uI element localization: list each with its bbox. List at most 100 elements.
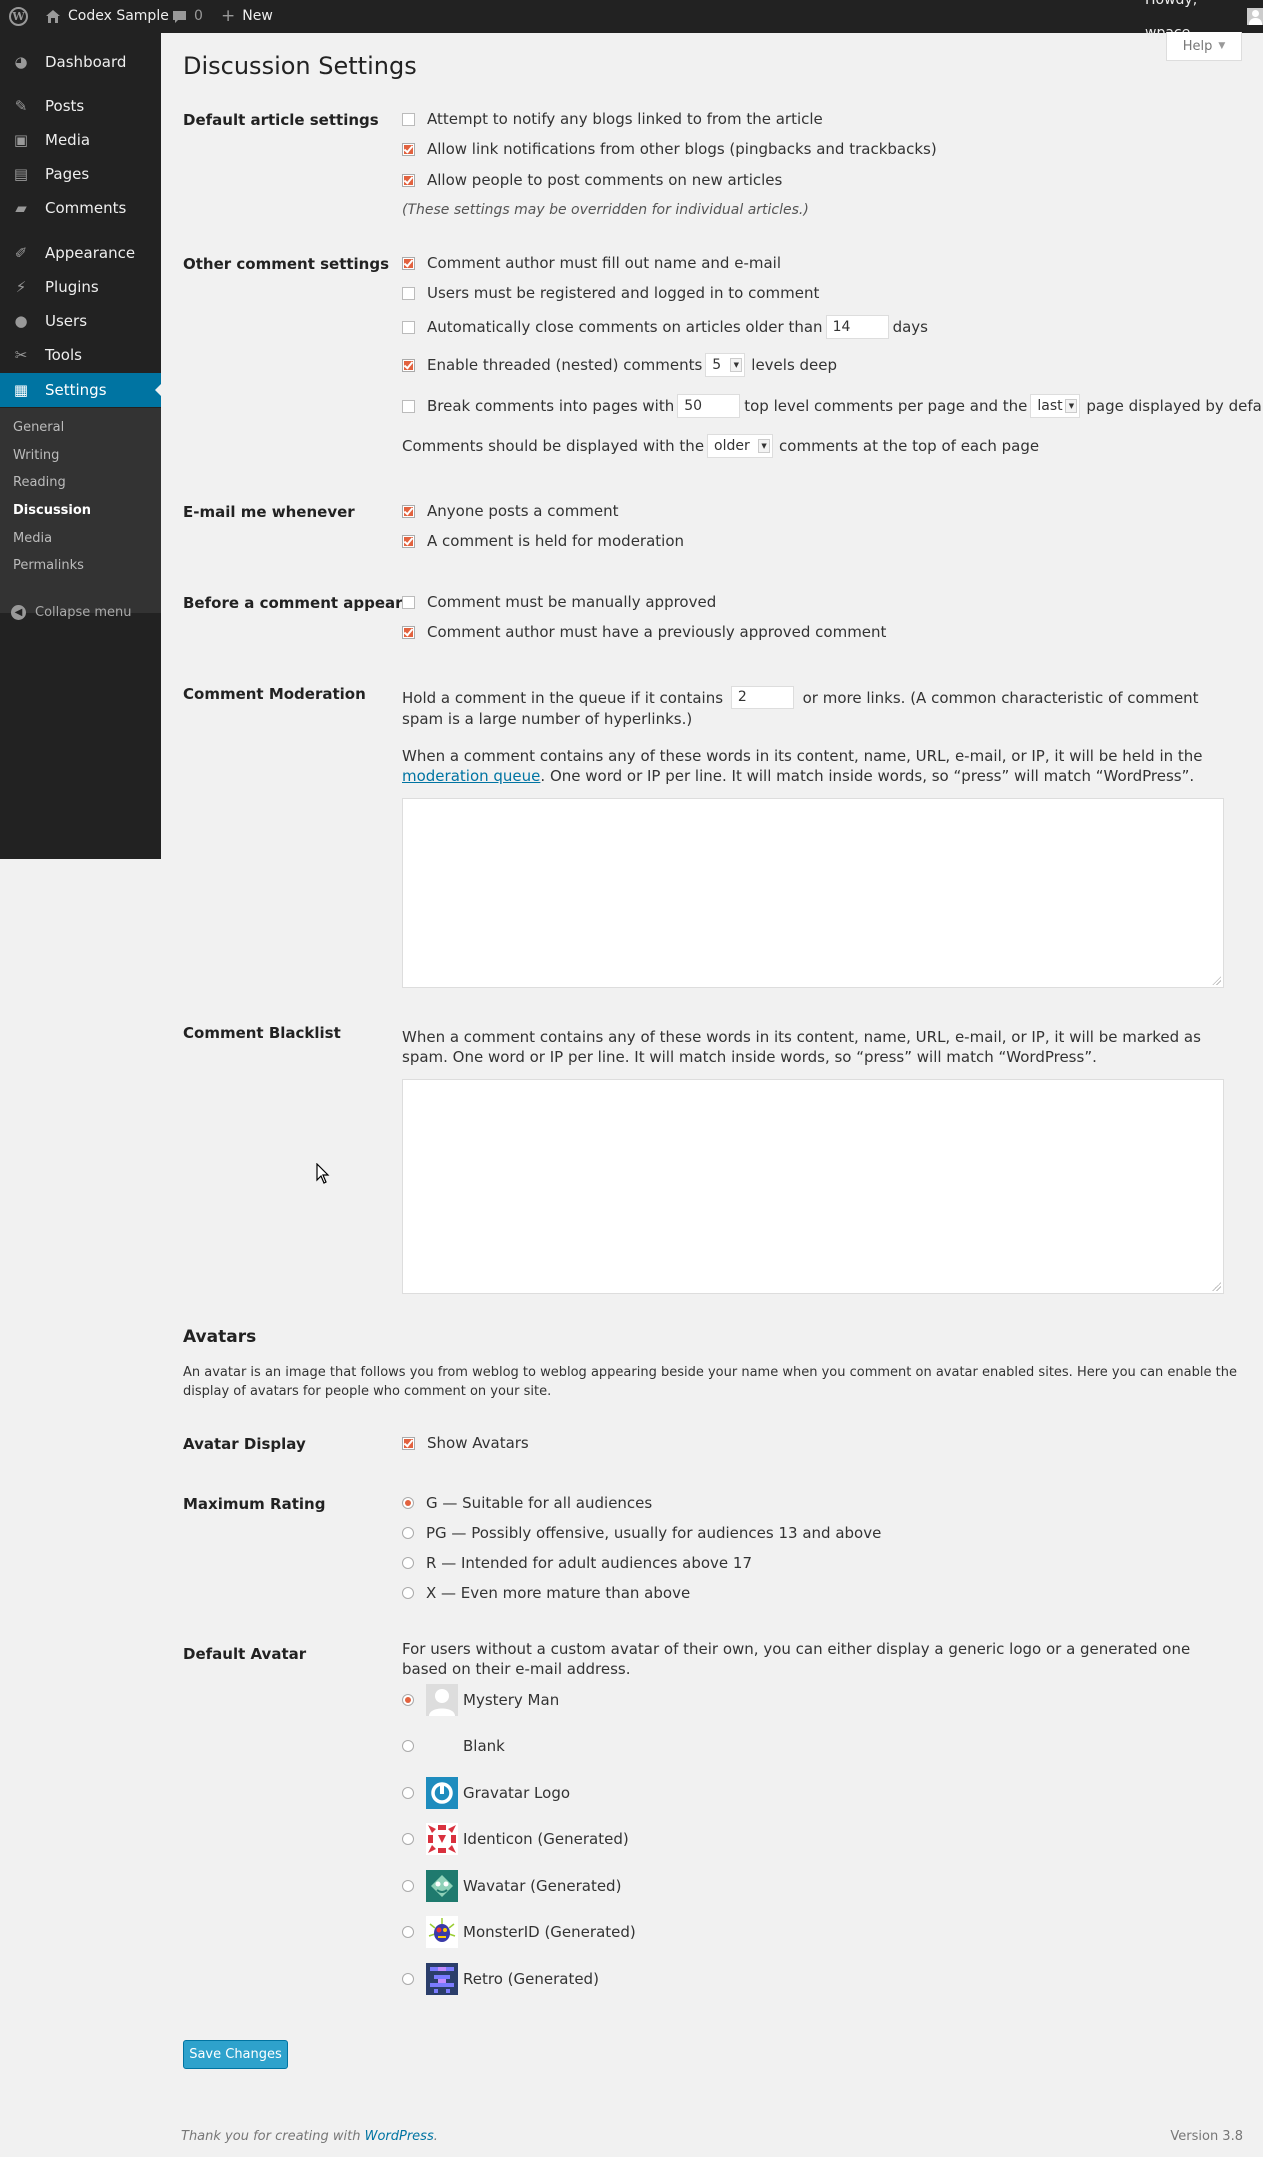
menu-pages[interactable]: ▤ Pages <box>0 157 161 191</box>
author-fill-checkbox[interactable] <box>402 256 415 270</box>
avatar-blank-option[interactable]: Blank <box>402 1730 505 1762</box>
pingbacks-option[interactable]: Allow link notifications from other blog… <box>402 140 937 158</box>
save-changes-button[interactable]: Save Changes <box>183 2040 288 2069</box>
threaded-checkbox[interactable] <box>402 358 415 372</box>
menu-media[interactable]: ▣ Media <box>0 123 161 157</box>
close-days-input[interactable]: 14 <box>825 315 889 339</box>
close-comments-checkbox[interactable] <box>402 320 415 334</box>
avatar-monsterid-radio[interactable] <box>402 1926 414 1938</box>
avatar-identicon-option[interactable]: Identicon (Generated) <box>402 1823 629 1855</box>
registered-checkbox[interactable] <box>402 286 415 300</box>
moderation-queue-link[interactable]: moderation queue <box>402 767 540 785</box>
resize-grip-icon[interactable] <box>1212 976 1221 985</box>
comments-link[interactable]: 0 <box>172 0 203 33</box>
default-page-select[interactable]: last ▼ <box>1030 394 1081 418</box>
option-label: A comment is held for moderation <box>427 532 685 550</box>
menu-plugins[interactable]: ⚡ Plugins <box>0 270 161 304</box>
rating-x-radio[interactable] <box>402 1587 414 1599</box>
manual-approve-option[interactable]: Comment must be manually approved <box>402 593 716 611</box>
admin-menu: ◕ Dashboard ✎ Posts ▣ Media ▤ Pages ▰ Comment… <box>0 33 162 859</box>
notify-blogs-checkbox[interactable] <box>402 112 415 126</box>
allow-comments-option[interactable]: Allow people to post comments on new art… <box>402 171 782 189</box>
submenu-general[interactable]: General <box>13 420 64 435</box>
allow-comments-checkbox[interactable] <box>402 173 415 187</box>
avatar-retro-option[interactable]: Retro (Generated) <box>402 1963 599 1995</box>
menu-posts[interactable]: ✎ Posts <box>0 89 161 123</box>
paginate-checkbox[interactable] <box>402 399 415 413</box>
menu-label: Settings <box>45 381 107 399</box>
rating-g-radio[interactable] <box>402 1497 414 1509</box>
rating-r-option[interactable]: R — Intended for adult audiences above 1… <box>402 1554 752 1572</box>
option-label: comments at the top of each page <box>779 437 1040 455</box>
submenu-permalinks[interactable]: Permalinks <box>13 558 84 573</box>
submenu-writing[interactable]: Writing <box>13 448 59 463</box>
blacklist-keys-textarea[interactable] <box>402 1079 1224 1294</box>
show-avatars-option[interactable]: Show Avatars <box>402 1434 529 1452</box>
avatar-gravatar-option[interactable]: Gravatar Logo <box>402 1777 570 1809</box>
triangle-down-icon: ▼ <box>1218 41 1226 51</box>
menu-settings[interactable]: ▦ Settings <box>0 373 162 407</box>
my-account-menu[interactable]: Howdy, wpace <box>1145 0 1263 41</box>
wp-logo-menu[interactable]: W <box>9 0 28 33</box>
option-label: Show Avatars <box>427 1434 529 1452</box>
author-fill-option[interactable]: Comment author must fill out name and e-… <box>402 254 781 272</box>
comment-order-select[interactable]: older ▼ <box>707 434 774 458</box>
resize-grip-icon[interactable] <box>1212 1282 1221 1291</box>
menu-label: Tools <box>45 346 82 364</box>
menu-comments[interactable]: ▰ Comments <box>0 191 161 225</box>
comments-per-page-input[interactable]: 50 <box>677 394 741 418</box>
menu-dashboard[interactable]: ◕ Dashboard <box>0 45 161 79</box>
page-icon: ▤ <box>13 165 29 183</box>
avatar-wavatar-option[interactable]: Wavatar (Generated) <box>402 1870 621 1902</box>
submenu-discussion[interactable]: Discussion <box>13 503 91 518</box>
wordpress-link[interactable]: WordPress <box>365 2129 434 2144</box>
menu-label: Users <box>45 312 88 330</box>
avatar-wavatar-radio[interactable] <box>402 1880 414 1892</box>
avatar-retro-radio[interactable] <box>402 1973 414 1985</box>
rating-x-option[interactable]: X — Even more mature than above <box>402 1584 690 1602</box>
option-label: Retro (Generated) <box>463 1970 599 1988</box>
rating-r-radio[interactable] <box>402 1557 414 1569</box>
prev-approved-checkbox[interactable] <box>402 625 415 639</box>
manual-approve-checkbox[interactable] <box>402 595 415 609</box>
menu-label: Comments <box>45 199 127 217</box>
thread-depth-select[interactable]: 5 ▼ <box>705 353 746 377</box>
avatar-blank-radio[interactable] <box>402 1740 414 1752</box>
option-label: X — Even more mature than above <box>426 1584 691 1602</box>
avatar-gravatar-radio[interactable] <box>402 1787 414 1799</box>
submenu-reading[interactable]: Reading <box>13 475 66 490</box>
collapse-label: Collapse menu <box>35 605 132 620</box>
show-avatars-checkbox[interactable] <box>402 1436 415 1450</box>
collapse-arrow-icon: ◀ <box>11 605 26 620</box>
avatar-identicon-radio[interactable] <box>402 1833 414 1845</box>
rating-pg-option[interactable]: PG — Possibly offensive, usually for aud… <box>402 1524 881 1542</box>
avatar-mystery-option[interactable]: Mystery Man <box>402 1684 559 1716</box>
avatar-mystery-radio[interactable] <box>402 1694 414 1706</box>
email-anyone-option[interactable]: Anyone posts a comment <box>402 502 619 520</box>
pingbacks-checkbox[interactable] <box>402 142 415 156</box>
notify-blogs-option[interactable]: Attempt to notify any blogs linked to fr… <box>402 110 823 128</box>
registered-option[interactable]: Users must be registered and logged in t… <box>402 284 819 302</box>
new-content-link[interactable]: + New <box>221 0 273 33</box>
wrench-icon: ✂ <box>14 346 28 364</box>
menu-users[interactable]: ● Users <box>0 304 161 338</box>
moderation-keys-textarea[interactable] <box>402 798 1224 988</box>
menu-appearance[interactable]: ✐ Appearance <box>0 236 161 270</box>
menu-label: Dashboard <box>45 53 127 71</box>
select-arrow-icon: ▼ <box>730 358 743 372</box>
admin-bar: W Codex Sample 0 + New Howdy, wpace <box>0 0 1263 41</box>
site-name-link[interactable]: Codex Sample <box>45 0 169 33</box>
avatar-monsterid-option[interactable]: MonsterID (Generated) <box>402 1916 636 1948</box>
email-moderation-option[interactable]: A comment is held for moderation <box>402 532 684 550</box>
rating-pg-radio[interactable] <box>402 1527 414 1539</box>
menu-tools[interactable]: ✂ Tools <box>0 338 161 372</box>
rating-g-option[interactable]: G — Suitable for all audiences <box>402 1494 652 1512</box>
collapse-menu-button[interactable]: ◀ Collapse menu <box>11 605 132 620</box>
moderation-links-input[interactable]: 2 <box>730 685 794 709</box>
email-anyone-checkbox[interactable] <box>402 504 415 518</box>
email-moderation-checkbox[interactable] <box>402 534 415 548</box>
moderation-words-text: When a comment contains any of these wor… <box>402 746 1224 786</box>
help-tab-button[interactable]: Help ▼ <box>1166 32 1242 61</box>
submenu-media[interactable]: Media <box>13 531 52 546</box>
prev-approved-option[interactable]: Comment author must have a previously ap… <box>402 623 886 641</box>
